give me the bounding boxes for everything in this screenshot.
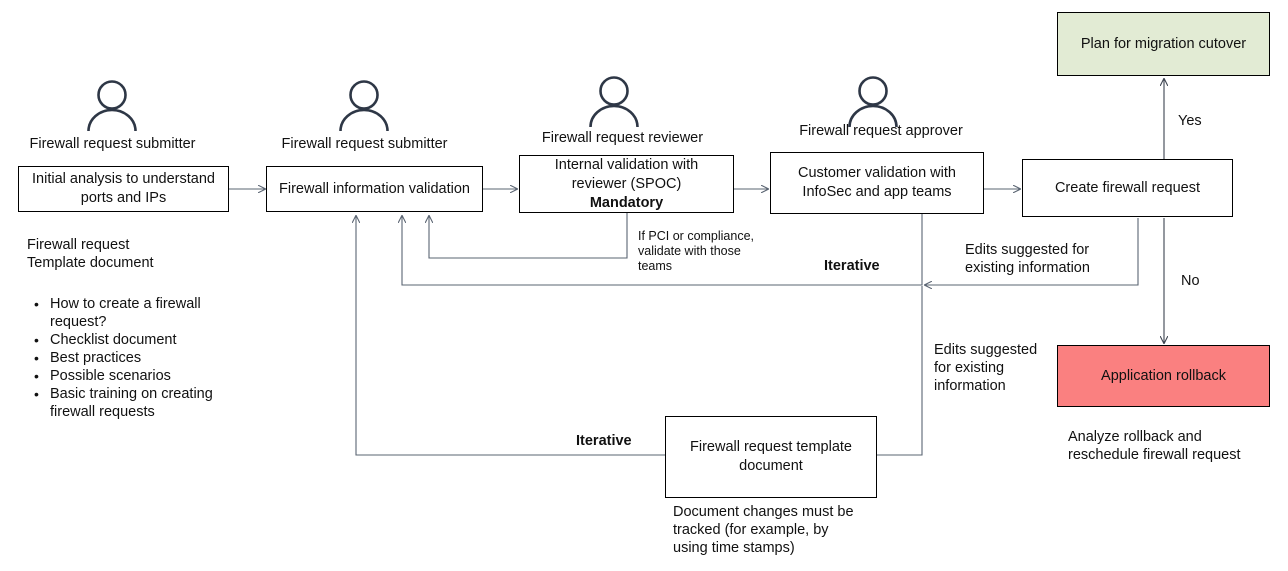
iterative-label-top: Iterative (824, 258, 880, 274)
no-branch-label: No (1181, 273, 1200, 289)
edge-customer-down-to-template (877, 286, 923, 456)
node-customer-validation[interactable]: Customer validation with InfoSec and app… (770, 152, 984, 214)
node-internal-validation-label: Internal validation with reviewer (SPOC) (554, 156, 699, 192)
person-icon (586, 76, 642, 128)
node-application-rollback[interactable]: Application rollback (1057, 345, 1270, 407)
person-icon (336, 80, 392, 132)
role-label-reviewer: Firewall request reviewer (541, 130, 704, 146)
document-changes-note: Document changes must be tracked (for ex… (673, 504, 854, 556)
role-label-approver: Firewall request approver (799, 123, 963, 139)
list-item: Possible scenarios (30, 367, 250, 385)
edits-suggested-note-bottom: Edits suggested for existing information (934, 342, 1038, 394)
node-firewall-information-validation[interactable]: Firewall information validation (266, 166, 483, 212)
edge-internal-back-to-validation (429, 213, 628, 259)
role-label-submitter-2: Firewall request submitter (281, 136, 448, 152)
edits-suggested-note-top: Edits suggested for existing information (965, 242, 1090, 276)
connector-layer (229, 0, 1288, 456)
node-internal-validation-emphasis: Mandatory (589, 194, 664, 211)
node-initial-analysis[interactable]: Initial analysis to understand ports and… (18, 166, 229, 212)
flowchart-canvas: Firewall request submitter Firewall requ… (0, 0, 1288, 571)
list-item: How to create a firewall request? (30, 295, 250, 331)
person-icon (84, 80, 140, 132)
role-label-submitter-1: Firewall request submitter (29, 136, 196, 152)
node-firewall-request-template-document[interactable]: Firewall request template document (665, 416, 877, 498)
person-icon (845, 76, 901, 128)
node-plan-for-migration-cutover[interactable]: Plan for migration cutover (1057, 12, 1270, 76)
node-create-firewall-request[interactable]: Create firewall request (1022, 159, 1233, 217)
node-internal-validation[interactable]: Internal validation with reviewer (SPOC)… (519, 155, 734, 213)
list-item: Basic training on creating firewall requ… (30, 385, 250, 421)
pci-compliance-note: If PCI or compliance, validate with thos… (638, 229, 755, 273)
list-item: Best practices (30, 349, 250, 367)
yes-branch-label: Yes (1178, 113, 1202, 129)
list-item: Checklist document (30, 331, 250, 349)
iterative-label-bottom: Iterative (576, 433, 632, 449)
rollback-note: Analyze rollback and reschedule firewall… (1068, 429, 1241, 463)
template-document-bullets: How to create a firewall request? Checkl… (30, 295, 250, 421)
template-document-heading: Firewall request Template document (27, 237, 154, 271)
